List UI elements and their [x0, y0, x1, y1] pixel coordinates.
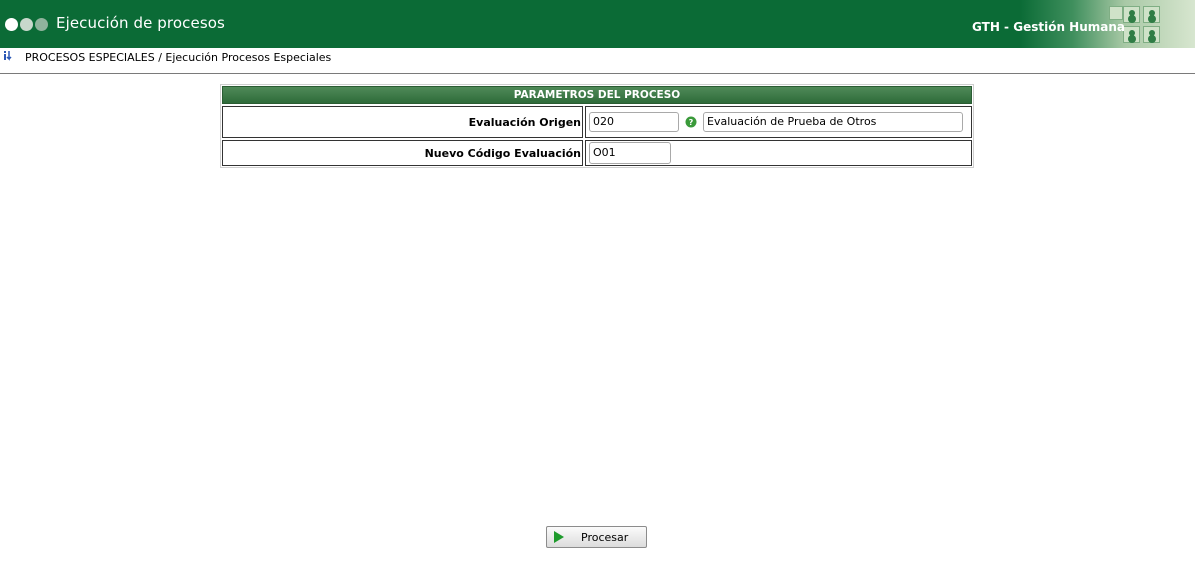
nuevo-codigo-input[interactable]: O01 — [589, 142, 671, 164]
evaluacion-origen-description-field[interactable]: Evaluación de Prueba de Otros — [703, 112, 963, 132]
nuevo-codigo-label: Nuevo Código Evaluación — [222, 140, 583, 166]
page-title: Ejecución de procesos — [56, 14, 225, 32]
breadcrumb: PROCESOS ESPECIALES / Ejecución Procesos… — [0, 48, 1195, 74]
people-grid-icon — [1123, 6, 1161, 44]
process-parameters-table: PARAMETROS DEL PROCESO Evaluación Origen… — [220, 84, 974, 168]
process-button-label: Procesar — [581, 530, 629, 544]
svg-text:?: ? — [689, 118, 694, 127]
window-dots-icon — [5, 18, 48, 32]
param-row-evaluacion-origen: Evaluación Origen 020 ? Evaluación de Pr… — [222, 106, 972, 138]
evaluacion-origen-code-input[interactable]: 020 — [589, 112, 679, 132]
param-row-nuevo-codigo: Nuevo Código Evaluación O01 — [222, 140, 972, 166]
help-icon[interactable]: ? — [685, 116, 697, 128]
params-table-title: PARAMETROS DEL PROCESO — [222, 86, 972, 104]
brand-title: GTH - Gestión Humana — [972, 20, 1125, 34]
breadcrumb-text[interactable]: PROCESOS ESPECIALES / Ejecución Procesos… — [25, 51, 331, 64]
evaluacion-origen-label: Evaluación Origen — [222, 106, 583, 138]
play-icon — [554, 531, 564, 543]
info-arrow-icon — [4, 51, 12, 61]
process-button[interactable]: Procesar — [546, 526, 647, 548]
app-header: Ejecución de procesos GTH - Gestión Huma… — [0, 0, 1195, 48]
